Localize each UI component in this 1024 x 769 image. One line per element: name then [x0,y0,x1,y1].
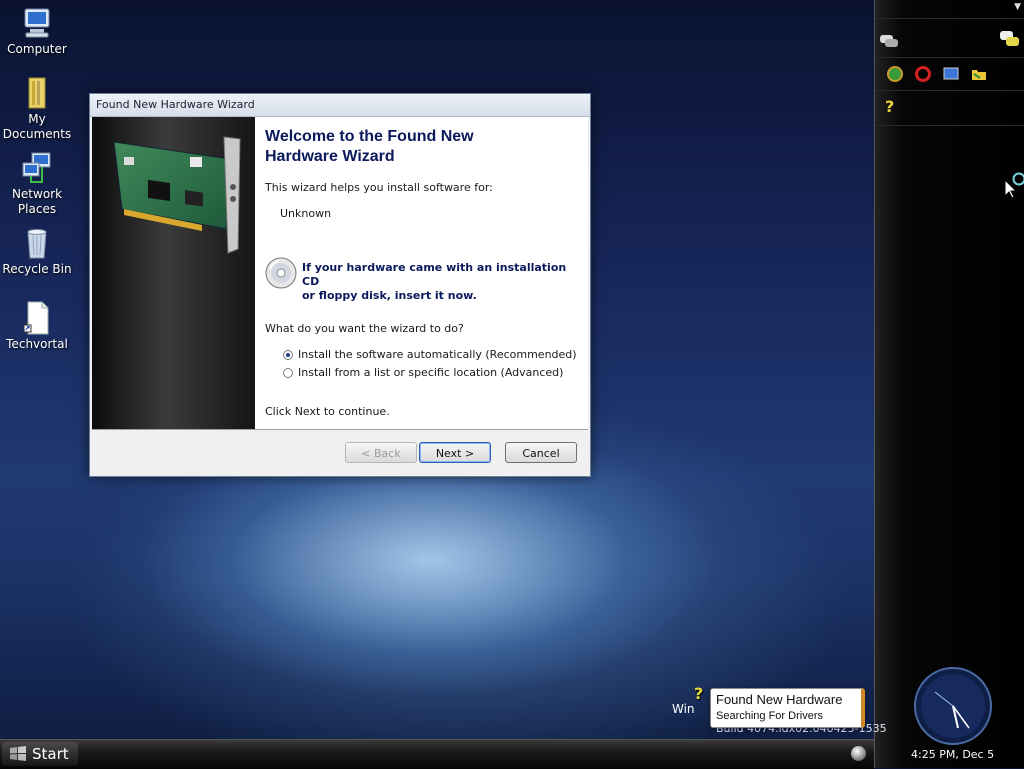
radio-button[interactable] [283,368,293,378]
cancel-button[interactable]: Cancel [505,442,577,463]
folder-icon[interactable] [971,66,987,82]
chat-bubbles-icon[interactable] [999,29,1021,45]
window-title: Found New Hardware Wizard [96,98,255,111]
notification-message: Searching For Drivers [716,710,823,722]
start-button[interactable]: Start [2,742,78,766]
network-icon [20,151,54,185]
recycle-bin-icon [20,226,54,260]
desktop-icon-label: Techvortal [0,337,75,352]
cd-icon [265,257,297,289]
radio-label: Install from a list or specific location… [298,366,563,379]
desktop-icon-computer[interactable]: Computer [0,6,75,57]
desktop-icon-label: Computer [0,42,75,57]
sidebar-quick-launch [875,58,1024,91]
notification-balloon[interactable]: Found New Hardware Searching For Drivers [710,688,865,728]
build-watermark: Win [672,702,695,716]
cd-instruction: If your hardware came with an installati… [302,261,583,303]
opera-icon[interactable] [915,66,931,82]
notification-title: Found New Hardware [716,692,842,707]
desktop-icon-my-documents[interactable]: My Documents [0,76,75,142]
computer-icon [20,6,54,40]
next-button[interactable]: Next > [419,442,491,463]
desktop-icon-techvortal[interactable]: Techvortal [0,301,75,352]
loading-cursor-icon [1003,170,1024,203]
radio-install-automatically[interactable]: Install the software automatically (Reco… [283,348,577,361]
clock-datetime: 4:25 PM, Dec 5 [911,748,994,761]
wizard-body: Welcome to the Found New Hardware Wizard… [92,117,588,430]
taskbar: Start [0,739,874,769]
wizard-content: Welcome to the Found New Hardware Wizard… [265,117,583,429]
desktop-icon-label: My Documents [2,112,72,142]
folder-icon [20,76,54,110]
question-text: What do you want the wizard to do? [265,322,464,335]
sidebar-chat-row [875,19,1024,58]
monitor-icon[interactable] [943,66,959,82]
desktop-icon-label: Recycle Bin [0,262,75,277]
page-title-line-1: Welcome to the Found New [265,127,565,147]
desktop-icon-label: Network Places [7,187,67,217]
notification-help-icon: ? [694,684,703,703]
continue-text: Click Next to continue. [265,405,390,418]
desktop-icon-network-places[interactable]: Network Places [0,151,75,217]
menu-arrow-icon[interactable]: ▼ [1014,2,1021,12]
shortcut-file-icon [20,301,54,335]
radio-install-from-list[interactable]: Install from a list or specific location… [283,366,563,379]
start-label: Start [32,742,69,766]
analog-clock[interactable] [913,666,993,746]
help-icon[interactable]: ? [885,97,901,113]
cd-instruction-line-2: or floppy disk, insert it now. [302,289,583,303]
globe-icon[interactable] [887,66,903,82]
back-button[interactable]: < Back [345,442,417,463]
sidebar-header: ▼ [875,0,1024,19]
wizard-side-banner [92,117,255,429]
intro-text: This wizard helps you install software f… [265,181,493,194]
found-new-hardware-wizard: Found New Hardware Wizard [89,93,591,477]
page-title: Welcome to the Found New Hardware Wizard [265,127,565,167]
radio-button-selected[interactable] [283,350,293,360]
radio-label: Install the software automatically (Reco… [298,348,577,361]
device-name: Unknown [280,207,331,220]
cd-instruction-line-1: If your hardware came with an installati… [302,261,583,289]
page-title-line-2: Hardware Wizard [265,147,565,167]
sidebar: ▼ ? 4:2 [874,0,1024,768]
chat-bubble-icon[interactable] [879,33,899,49]
tray-orb-icon[interactable] [851,746,866,761]
wizard-title-bar[interactable]: Found New Hardware Wizard [90,94,590,117]
windows-logo-icon [8,745,28,763]
hardware-card-icon [92,117,255,267]
desktop-icon-recycle-bin[interactable]: Recycle Bin [0,226,75,277]
sidebar-help-row: ? [875,91,1024,126]
